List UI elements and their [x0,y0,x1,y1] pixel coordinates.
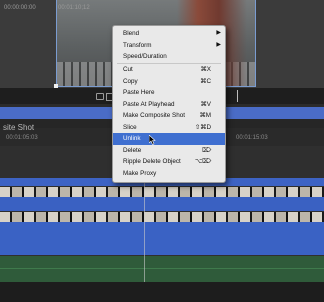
transport-divider [237,90,238,102]
video-thumbnail-strip[interactable] [0,187,324,197]
video-thumbnail-strip[interactable] [0,212,324,222]
ruler-timecode-left: 00:01:05:03 [6,135,38,141]
clip-label: site Shot [3,123,35,132]
timecode-start: 00:00:00:00 [4,5,36,11]
submenu-arrow-icon: ▶ [216,30,221,36]
menu-item-unlink[interactable]: Unlink [113,133,225,145]
menu-item-paste-at-playhead[interactable]: Paste At Playhead ⌘V [113,99,225,111]
submenu-arrow-icon: ▶ [216,41,221,48]
pointer-cursor-icon [148,134,156,145]
menu-item-slice[interactable]: Slice ⇧⌘D [113,122,225,134]
ruler-timecode-right: 00:01:15:03 [236,135,268,141]
audio-track[interactable] [0,256,324,282]
menu-item-speed-duration[interactable]: Speed/Duration [113,51,225,63]
audio-waveform-line [0,268,324,269]
video-clip-body[interactable] [0,222,324,255]
menu-item-blend[interactable]: Blend ▶ [113,28,225,40]
menu-item-copy[interactable]: Copy ⌘C [113,76,225,88]
menu-item-delete[interactable]: Delete ⌦ [113,145,225,157]
timecode-current: 00:01:10;12 [58,5,90,11]
menu-item-cut[interactable]: Cut ⌘X [113,64,225,76]
menu-item-ripple-delete-object[interactable]: Ripple Delete Object ⌥⌦ [113,156,225,168]
loop-icon[interactable] [96,93,104,100]
menu-item-transform[interactable]: Transform ▶ [113,40,225,52]
pointer-cursor-svg [148,134,156,145]
bottom-toolbar [0,282,324,302]
menu-item-make-proxy[interactable]: Make Proxy [113,168,225,180]
video-track-clip[interactable] [0,197,324,211]
menu-item-paste-here[interactable]: Paste Here [113,87,225,99]
context-menu: Blend ▶ Transform ▶ Speed/Duration Cut ⌘… [112,25,226,183]
menu-item-make-composite-shot[interactable]: Make Composite Shot ⌘M [113,110,225,122]
